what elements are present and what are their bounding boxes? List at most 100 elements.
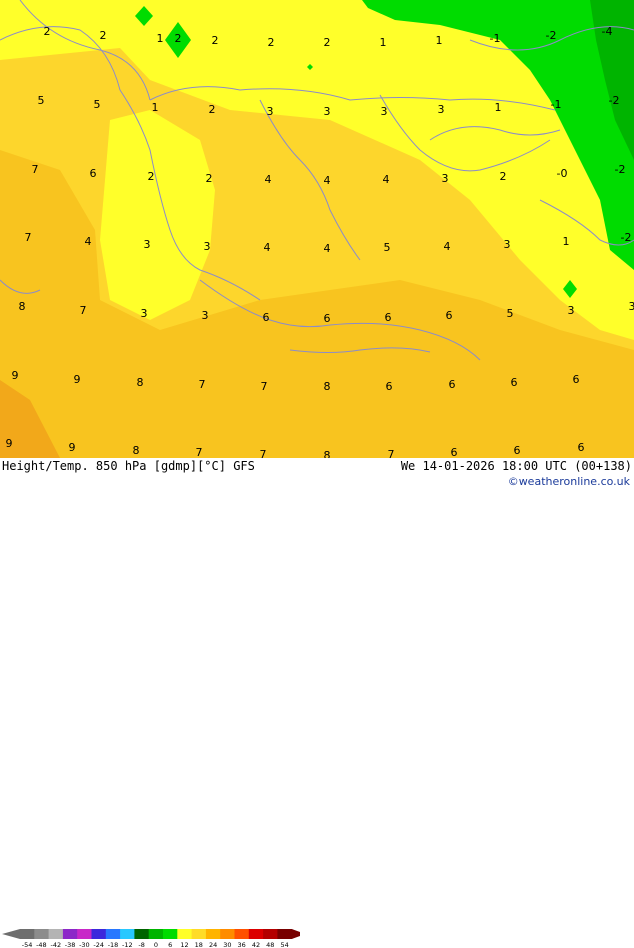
temperature-label: 6: [451, 446, 458, 458]
temperature-label: -2: [615, 163, 626, 176]
temperature-label: 2: [324, 36, 331, 49]
temperature-label: 4: [324, 174, 331, 187]
scale-tick-label: 54: [280, 941, 288, 948]
temperature-label: 1: [495, 101, 502, 114]
scale-swatch: [249, 929, 264, 939]
temperature-label: 2: [100, 29, 107, 42]
temperature-label: 9: [69, 441, 76, 454]
temperature-label: 2: [148, 170, 155, 183]
credit-link[interactable]: ©weatheronline.co.uk: [508, 475, 630, 488]
temperature-label: 6: [511, 376, 518, 389]
temperature-label: 7: [196, 446, 203, 458]
temperature-label: 6: [263, 311, 270, 324]
scale-swatch: [263, 929, 278, 939]
scale-swatch: [206, 929, 221, 939]
scale-swatch: [63, 929, 78, 939]
temperature-label: 1: [563, 235, 570, 248]
temperature-map: 221222211-1-2-4551233331-1-2762244432-0-…: [0, 0, 634, 458]
scale-swatch: [220, 929, 235, 939]
temperature-label: 4: [383, 173, 390, 186]
temperature-label: 5: [38, 94, 45, 107]
scale-swatch: [192, 929, 207, 939]
temperature-label: 3: [438, 103, 445, 116]
temperature-label: -2: [546, 29, 557, 42]
temperature-label: 4: [324, 242, 331, 255]
temperature-label: 6: [385, 311, 392, 324]
scale-swatch: [149, 929, 164, 939]
temperature-label: 8: [19, 300, 26, 313]
temperature-label: -1: [551, 98, 562, 111]
temperature-label: 7: [260, 448, 267, 458]
scale-swatch: [163, 929, 178, 939]
scale-tick-label: -12: [122, 941, 133, 948]
temperature-label: 6: [573, 373, 580, 386]
scale-tick-label: -18: [108, 941, 119, 948]
chart-title: Height/Temp. 850 hPa [gdmp][°C] GFS: [2, 459, 255, 473]
temperature-label: 3: [141, 307, 148, 320]
temperature-label: 7: [261, 380, 268, 393]
temperature-label: 5: [94, 98, 101, 111]
scale-tick-label: -48: [36, 941, 47, 948]
scale-tick-label: -8: [138, 941, 144, 948]
temperature-label: 3: [629, 300, 634, 313]
scale-arrow-left: [2, 929, 20, 939]
temperature-label: 6: [386, 380, 393, 393]
temperature-label: 4: [265, 173, 272, 186]
scale-tick-label: -42: [50, 941, 61, 948]
scale-tick-label: -38: [65, 941, 76, 948]
temperature-label: 1: [436, 34, 443, 47]
scale-tick-label: 30: [223, 941, 231, 948]
scale-swatch: [235, 929, 250, 939]
temperature-label: 4: [85, 235, 92, 248]
temperature-label: 6: [514, 444, 521, 457]
temperature-label: -2: [609, 94, 620, 107]
map-footer: Height/Temp. 850 hPa [gdmp][°C] GFS We 1…: [0, 458, 634, 490]
temperature-label: 6: [90, 167, 97, 180]
temperature-label: 2: [206, 172, 213, 185]
temperature-label: 3: [568, 304, 575, 317]
scale-tick-label: 12: [180, 941, 188, 948]
temperature-label: 2: [209, 103, 216, 116]
temperature-label: 3: [267, 105, 274, 118]
scale-tick-label: -54: [22, 941, 33, 948]
temperature-label: 2: [500, 170, 507, 183]
scale-swatch: [106, 929, 121, 939]
temperature-label: 8: [133, 444, 140, 457]
temperature-label: 7: [199, 378, 206, 391]
temperature-label: 3: [381, 105, 388, 118]
scale-swatch: [92, 929, 107, 939]
temperature-label: 2: [175, 32, 182, 45]
scale-tick-label: 18: [195, 941, 203, 948]
temperature-label: 7: [32, 163, 39, 176]
temperature-label: 9: [6, 437, 13, 450]
temperature-label: 7: [80, 304, 87, 317]
temperature-label: 8: [137, 376, 144, 389]
scale-tick-label: 24: [209, 941, 217, 948]
scale-swatch: [120, 929, 135, 939]
scale-arrow-right: [292, 929, 300, 939]
temperature-label: 6: [449, 378, 456, 391]
temperature-label: -2: [621, 231, 632, 244]
scale-tick-label: 0: [154, 941, 158, 948]
temperature-label: 6: [446, 309, 453, 322]
scale-swatch: [20, 929, 35, 939]
scale-tick-label: 42: [252, 941, 260, 948]
scale-tick-label: -24: [93, 941, 104, 948]
temperature-label: 3: [442, 172, 449, 185]
temperature-label: 9: [12, 369, 19, 382]
temperature-label: 3: [144, 238, 151, 251]
temperature-label: -1: [490, 32, 501, 45]
scale-tick-label: 6: [168, 941, 172, 948]
temperature-label: 8: [324, 449, 331, 458]
temperature-label: 6: [578, 441, 585, 454]
color-scale-bar: -54-48-42-38-30-24-18-12-806121824303642…: [0, 929, 300, 948]
temperature-label: 3: [324, 105, 331, 118]
temperature-label: 2: [268, 36, 275, 49]
temperature-label: 9: [74, 373, 81, 386]
temperature-label: 7: [25, 231, 32, 244]
temperature-label: 3: [504, 238, 511, 251]
temperature-label: 2: [44, 25, 51, 38]
scale-tick-label: -30: [79, 941, 90, 948]
map-canvas: 221222211-1-2-4551233331-1-2762244432-0-…: [0, 0, 634, 458]
temperature-label: 4: [444, 240, 451, 253]
